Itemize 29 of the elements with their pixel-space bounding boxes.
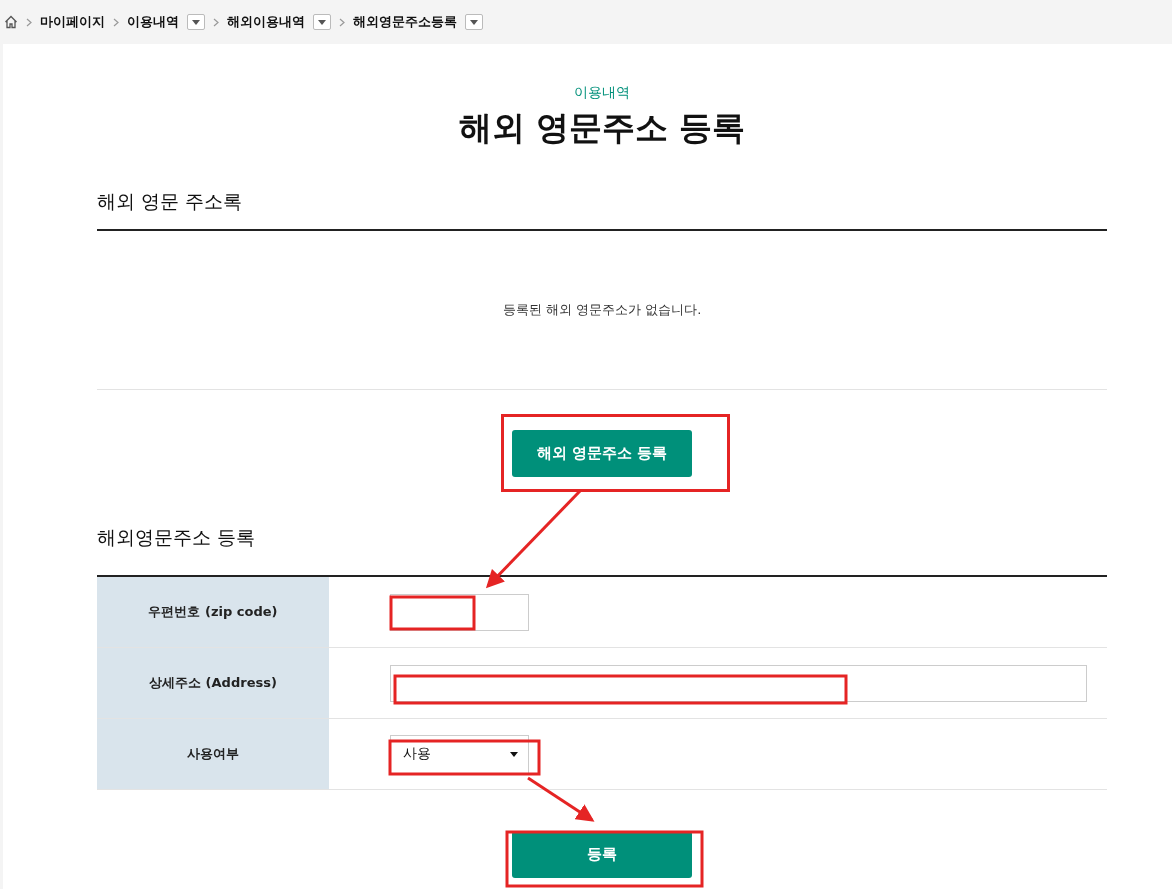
page-category: 이용내역 xyxy=(574,84,630,102)
field-label: 사용여부 xyxy=(97,718,329,790)
chevron-icon xyxy=(113,17,119,27)
chevron-icon xyxy=(213,17,219,27)
caret-down-icon xyxy=(318,19,326,25)
pointer-arrow xyxy=(527,776,595,822)
dropdown-button[interactable] xyxy=(313,14,331,30)
field-label: 상세주소 (Address) xyxy=(97,647,329,719)
field-label: 우편번호 (zip code) xyxy=(97,577,329,648)
address-field[interactable] xyxy=(390,664,1087,702)
breadcrumb-link[interactable]: 해외영문주소등록 xyxy=(353,13,457,31)
section-heading: 해외 영문 주소록 xyxy=(97,189,244,214)
breadcrumb-link[interactable]: 해외이용내역 xyxy=(227,13,305,31)
breadcrumb-link[interactable]: 이용내역 xyxy=(127,13,179,31)
empty-message: 등록된 해외 영문주소가 없습니다. xyxy=(502,301,702,319)
dropdown-button[interactable] xyxy=(465,14,483,30)
chevron-icon xyxy=(26,17,32,27)
caret-down-icon xyxy=(510,751,518,757)
caret-down-icon xyxy=(192,19,200,25)
page-title: 해외 영문주소 등록 xyxy=(458,107,746,149)
zip-code-field[interactable] xyxy=(390,593,529,631)
submit-button[interactable]: 등록 xyxy=(512,831,692,878)
breadcrumb-link[interactable]: 마이페이지 xyxy=(40,13,105,31)
add-address-button[interactable]: 해외 영문주소 등록 xyxy=(512,430,692,477)
section-heading: 해외영문주소 등록 xyxy=(97,525,257,550)
home-icon[interactable] xyxy=(4,15,18,29)
chevron-icon xyxy=(339,17,345,27)
caret-down-icon xyxy=(470,19,478,25)
dropdown-button[interactable] xyxy=(187,14,205,30)
